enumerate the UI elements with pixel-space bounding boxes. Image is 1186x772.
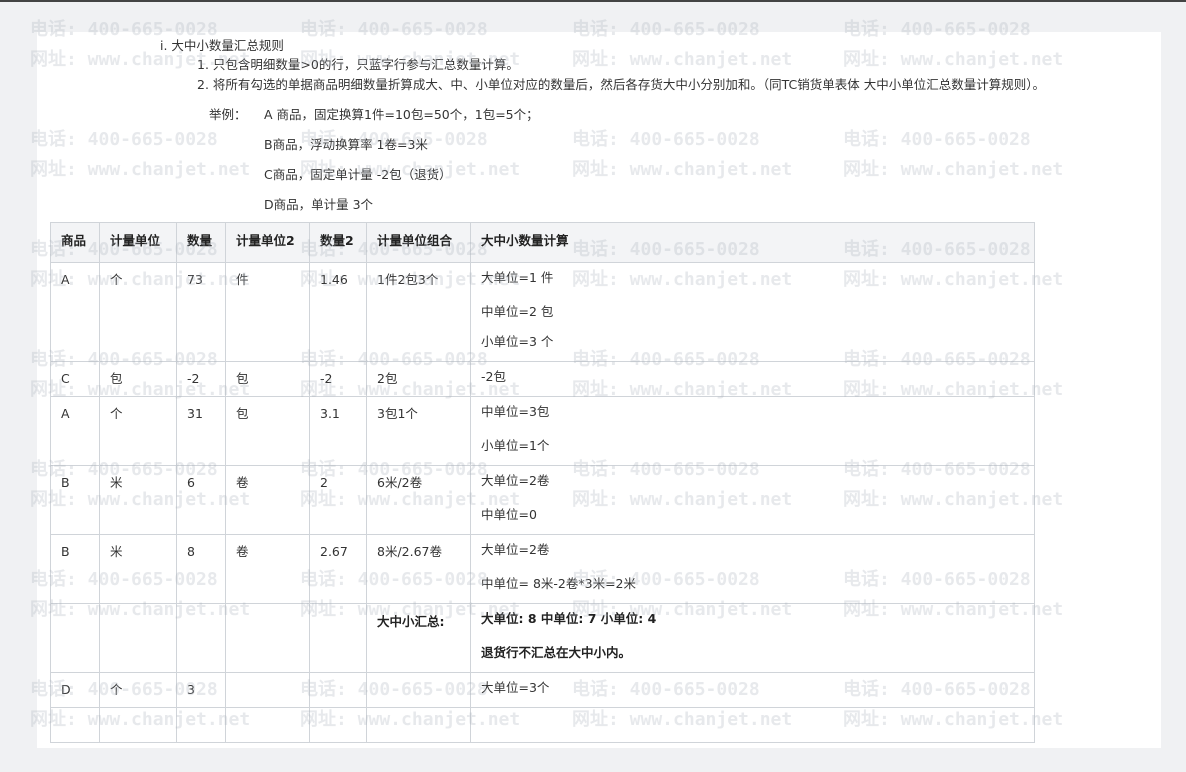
calc-line: 大单位=3个 <box>481 680 550 695</box>
cell-unit2: 卷 <box>225 534 310 604</box>
table-row: A 个 73 件 1.46 1件2包3个 大单位=1 件 中单位=2 包 小单位… <box>50 262 1035 362</box>
cell-unit-combo: 6米/2卷 <box>366 465 471 535</box>
rule-2: 2. 将所有勾选的单据商品明细数量折算成大、中、小单位对应的数量后，然后各存货大… <box>197 77 1046 92</box>
cell-unit2 <box>225 603 310 673</box>
cell-product: A <box>50 262 100 362</box>
cell-unit: 米 <box>99 534 177 604</box>
summary-calc: 大单位: 8 中单位: 7 小单位: 4 退货行不汇总在大中小内。 <box>470 603 1035 673</box>
cell-empty <box>99 707 177 743</box>
cell-calc: 大单位=2卷 中单位=0 <box>470 465 1035 535</box>
cell-calc: 中单位=3包 小单位=1个 <box>470 396 1035 466</box>
summary-totals: 大单位: 8 中单位: 7 小单位: 4 <box>481 611 657 626</box>
header-calc: 大中小数量计算 <box>470 222 1035 263</box>
cell-calc: 大单位=1 件 中单位=2 包 小单位=3 个 <box>470 262 1035 362</box>
header-unit-combo: 计量单位组合 <box>366 222 471 263</box>
header-product: 商品 <box>50 222 100 263</box>
cell-unit: 包 <box>99 361 177 397</box>
rule-1: 1. 只包含明细数量>0的行，只蓝字行参与汇总数量计算。 <box>197 57 519 72</box>
cell-unit <box>99 603 177 673</box>
cell-unit: 米 <box>99 465 177 535</box>
cell-empty <box>470 707 1035 743</box>
cell-qty2 <box>309 603 367 673</box>
table-row: A 个 31 包 3.1 3包1个 中单位=3包 小单位=1个 <box>50 396 1035 466</box>
cell-unit2: 包 <box>225 361 310 397</box>
cell-calc: 大单位=2卷 中单位= 8米-2卷*3米=2米 <box>470 534 1035 604</box>
cell-product: B <box>50 465 100 535</box>
table-row: D 个 3 大单位=3个 <box>50 672 1035 708</box>
cell-qty2 <box>309 672 367 708</box>
cell-empty <box>176 707 226 743</box>
cell-unit: 个 <box>99 396 177 466</box>
table-header-row: 商品 计量单位 数量 计量单位2 数量2 计量单位组合 大中小数量计算 <box>50 222 1035 263</box>
header-qty: 数量 <box>176 222 226 263</box>
calc-line: 大单位=2卷 <box>481 542 550 557</box>
cell-calc: -2包 <box>470 361 1035 397</box>
cell-qty <box>176 603 226 673</box>
example-d: D商品，单计量 3个 <box>264 197 374 212</box>
cell-unit-combo: 2包 <box>366 361 471 397</box>
cell-qty2: 1.46 <box>309 262 367 362</box>
cell-unit-combo <box>366 672 471 708</box>
cell-unit2: 件 <box>225 262 310 362</box>
cell-qty: 73 <box>176 262 226 362</box>
calc-line: 中单位=2 包 <box>481 304 554 319</box>
header-unit: 计量单位 <box>99 222 177 263</box>
cell-product: B <box>50 534 100 604</box>
example-label: 举例： <box>209 107 247 122</box>
cell-unit2: 卷 <box>225 465 310 535</box>
cell-qty: 3 <box>176 672 226 708</box>
table-row-summary: 大中小汇总: 大单位: 8 中单位: 7 小单位: 4 退货行不汇总在大中小内。 <box>50 603 1035 673</box>
cell-empty <box>309 707 367 743</box>
cell-qty2: 3.1 <box>309 396 367 466</box>
cell-qty: -2 <box>176 361 226 397</box>
calc-line: 中单位= 8米-2卷*3米=2米 <box>481 576 636 591</box>
calc-line: 小单位=1个 <box>481 438 550 453</box>
calc-line: 中单位=0 <box>481 507 537 522</box>
header-unit2: 计量单位2 <box>225 222 310 263</box>
cell-unit-combo: 3包1个 <box>366 396 471 466</box>
cell-empty <box>366 707 471 743</box>
calc-line: -2包 <box>481 369 506 384</box>
cell-product: C <box>50 361 100 397</box>
table-row: B 米 8 卷 2.67 8米/2.67卷 大单位=2卷 中单位= 8米-2卷*… <box>50 534 1035 604</box>
table-row-empty <box>50 707 1035 743</box>
cell-unit: 个 <box>99 672 177 708</box>
header-qty2: 数量2 <box>309 222 367 263</box>
table-row: B 米 6 卷 2 6米/2卷 大单位=2卷 中单位=0 <box>50 465 1035 535</box>
cell-qty2: 2 <box>309 465 367 535</box>
table-row: C 包 -2 包 -2 2包 -2包 <box>50 361 1035 397</box>
calc-line: 小单位=3 个 <box>481 334 554 349</box>
cell-qty: 8 <box>176 534 226 604</box>
cell-qty: 31 <box>176 396 226 466</box>
rules-heading: i. 大中小数量汇总规则 <box>160 38 284 53</box>
quantity-table: 商品 计量单位 数量 计量单位2 数量2 计量单位组合 大中小数量计算 A 个 … <box>50 222 1035 743</box>
cell-unit: 个 <box>99 262 177 362</box>
cell-product: A <box>50 396 100 466</box>
cell-qty: 6 <box>176 465 226 535</box>
summary-note: 退货行不汇总在大中小内。 <box>481 645 632 660</box>
example-b: B商品，浮动换算率 1卷=3米 <box>264 137 428 152</box>
cell-product <box>50 603 100 673</box>
cell-empty <box>50 707 100 743</box>
cell-unit2: 包 <box>225 396 310 466</box>
cell-unit2 <box>225 672 310 708</box>
calc-line: 中单位=3包 <box>481 404 550 419</box>
calc-line: 大单位=1 件 <box>481 270 554 285</box>
cell-qty2: 2.67 <box>309 534 367 604</box>
example-c: C商品，固定单计量 -2包（退货） <box>264 167 452 182</box>
cell-unit-combo: 8米/2.67卷 <box>366 534 471 604</box>
summary-label: 大中小汇总: <box>366 603 471 673</box>
cell-unit-combo: 1件2包3个 <box>366 262 471 362</box>
cell-empty <box>225 707 310 743</box>
calc-line: 大单位=2卷 <box>481 473 550 488</box>
cell-product: D <box>50 672 100 708</box>
cell-qty2: -2 <box>309 361 367 397</box>
example-a: A 商品，固定换算1件=10包=50个，1包=5个； <box>264 107 539 122</box>
cell-calc: 大单位=3个 <box>470 672 1035 708</box>
